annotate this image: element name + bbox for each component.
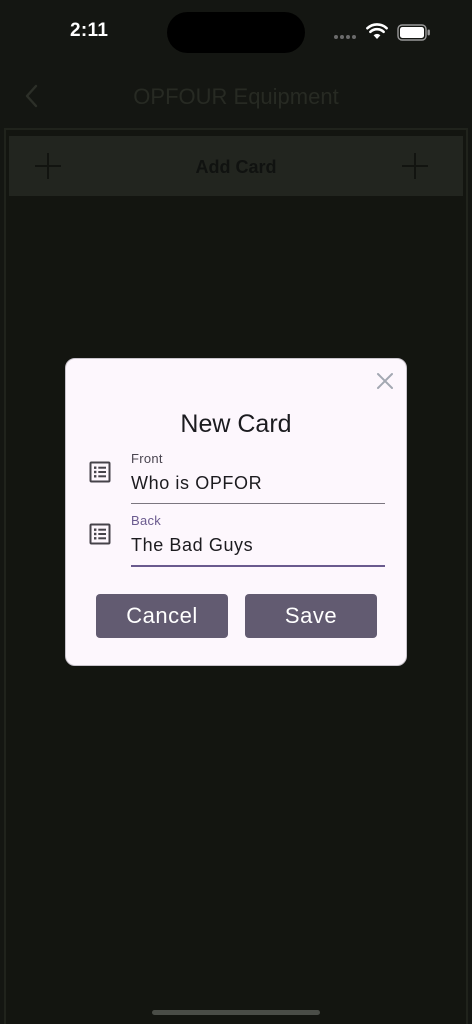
list-alt-icon	[89, 523, 111, 545]
dialog-title: New Card	[180, 410, 292, 438]
close-icon[interactable]	[375, 371, 395, 391]
back-field-underline	[131, 565, 385, 567]
battery-icon	[397, 24, 430, 41]
front-field[interactable]: Front	[86, 447, 386, 504]
back-field-label: Back	[131, 513, 162, 528]
status-time: 2:11	[70, 20, 109, 41]
home-indicator[interactable]	[152, 1010, 320, 1015]
status-bar: 2:11	[0, 0, 472, 64]
list-alt-icon	[89, 461, 111, 483]
nav-bar: OPFOUR Equipment	[0, 64, 472, 128]
wifi-icon	[366, 23, 388, 39]
page-title: OPFOUR Equipment	[133, 84, 339, 109]
back-field[interactable]: Back	[86, 509, 386, 567]
front-field-label: Front	[131, 451, 163, 466]
cellular-signal-icon	[334, 35, 360, 40]
app-screen: 2:11 OPFOUR Equipment Add Card New Card	[0, 0, 472, 1024]
add-card-label: Add Card	[195, 157, 277, 177]
save-button[interactable]: Save	[245, 594, 377, 638]
add-right-plus-icon[interactable]	[402, 153, 428, 179]
back-input[interactable]	[131, 535, 385, 556]
cancel-button[interactable]: Cancel	[96, 594, 228, 638]
add-card-bar[interactable]: Add Card	[9, 136, 463, 196]
dynamic-island	[167, 12, 305, 53]
front-input[interactable]	[131, 473, 385, 494]
front-field-underline	[131, 503, 385, 504]
new-card-dialog: New Card Front Who is OPFOR Back The Bad…	[65, 358, 407, 666]
